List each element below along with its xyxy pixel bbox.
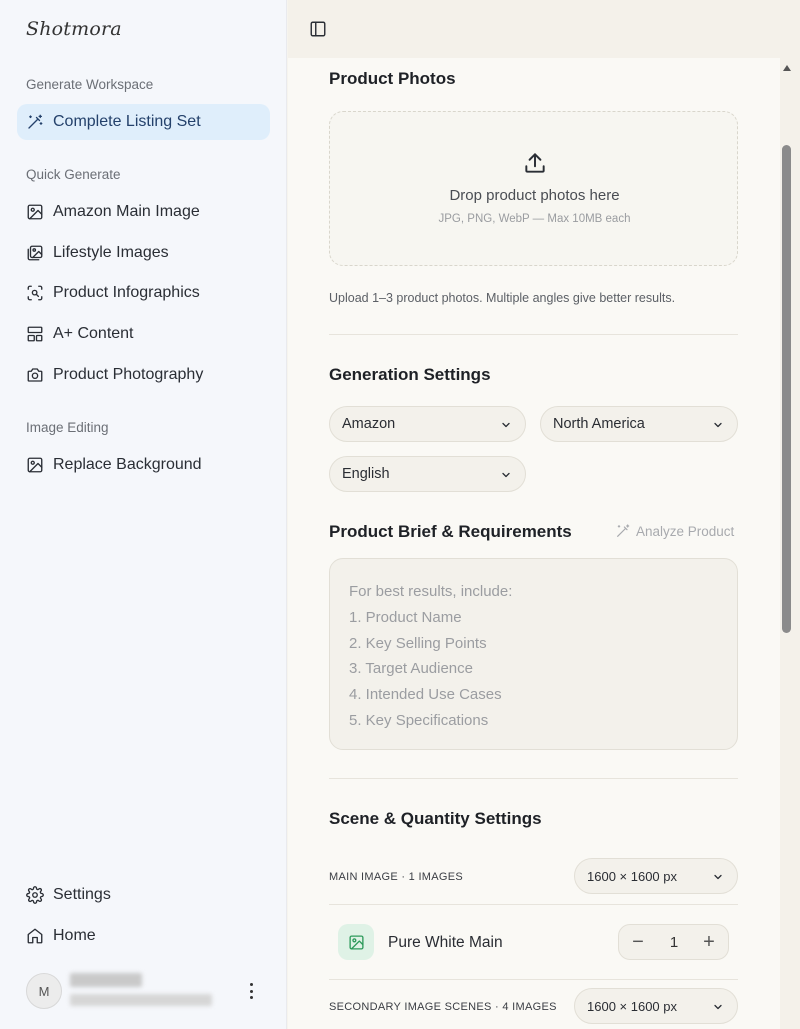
main-panel: Product Photos Drop product photos here … bbox=[288, 0, 800, 1029]
top-bar bbox=[288, 0, 800, 58]
sidebar-item-label: Amazon Main Image bbox=[53, 203, 200, 220]
sidebar-item-settings[interactable]: Settings bbox=[17, 877, 270, 913]
sidebar-item-home[interactable]: Home bbox=[17, 918, 270, 954]
chevron-down-icon bbox=[500, 419, 512, 431]
region-select[interactable]: North America bbox=[540, 406, 738, 442]
main-image-size-select[interactable]: 1600 × 1600 px bbox=[574, 858, 738, 894]
secondary-scenes-label: SECONDARY IMAGE SCENES · 4 IMAGES bbox=[329, 1001, 557, 1013]
avatar[interactable]: M bbox=[26, 973, 62, 1009]
sidebar-item-label: Home bbox=[53, 927, 96, 944]
layout-icon bbox=[26, 325, 44, 343]
analyze-product-label: Analyze Product bbox=[636, 523, 735, 539]
quantity-value[interactable]: 1 bbox=[664, 934, 684, 951]
region-select-value: North America bbox=[553, 416, 645, 432]
scrollbar-thumb[interactable] bbox=[782, 145, 791, 633]
images-icon bbox=[26, 244, 44, 262]
upload-helper-text: Upload 1–3 product photos. Multiple angl… bbox=[329, 291, 676, 305]
camera-icon bbox=[26, 366, 44, 384]
brief-placeholder-line: 3. Target Audience bbox=[349, 660, 473, 678]
brief-placeholder-line: 2. Key Selling Points bbox=[349, 634, 487, 652]
magic-wand-icon bbox=[615, 523, 631, 539]
scroll-up-arrow-icon[interactable] bbox=[783, 65, 791, 71]
sidebar-item-label: Replace Background bbox=[53, 456, 202, 473]
section-title-product-photos: Product Photos bbox=[329, 69, 456, 88]
image-icon bbox=[26, 456, 44, 474]
section-title-scene-quantity: Scene & Quantity Settings bbox=[329, 809, 542, 828]
gear-icon bbox=[26, 886, 44, 904]
image-icon bbox=[26, 203, 44, 221]
redacted-user-email bbox=[70, 994, 212, 1006]
sidebar-item-lifestyle-images[interactable]: Lifestyle Images bbox=[17, 235, 270, 271]
user-profile[interactable]: M bbox=[26, 973, 271, 1009]
sidebar-item-label: A+ Content bbox=[53, 325, 134, 342]
section-title-generation-settings: Generation Settings bbox=[329, 365, 491, 384]
more-options-icon[interactable] bbox=[244, 981, 258, 1001]
brand-logo[interactable]: Shotmora bbox=[26, 18, 122, 40]
sidebar-item-complete-listing-set[interactable]: Complete Listing Set bbox=[17, 104, 270, 140]
brief-placeholder-line: For best results, include: bbox=[349, 583, 513, 600]
product-brief-textarea[interactable]: For best results, include: 1. Product Na… bbox=[329, 558, 738, 750]
section-label-generate-workspace: Generate Workspace bbox=[26, 77, 154, 92]
sidebar: Shotmora Generate Workspace Complete Lis… bbox=[0, 0, 287, 1029]
photo-dropzone[interactable]: Drop product photos here JPG, PNG, WebP … bbox=[329, 111, 738, 266]
language-select[interactable]: English bbox=[329, 456, 526, 492]
brief-placeholder-line: 1. Product Name bbox=[349, 608, 462, 626]
secondary-size-value: 1600 × 1600 px bbox=[587, 998, 677, 1014]
section-label-quick-generate: Quick Generate bbox=[26, 167, 121, 182]
sidebar-item-amazon-main-image[interactable]: Amazon Main Image bbox=[17, 194, 270, 230]
chevron-down-icon bbox=[712, 419, 724, 431]
sidebar-item-label: Lifestyle Images bbox=[53, 244, 169, 261]
sidebar-item-product-photography[interactable]: Product Photography bbox=[17, 357, 270, 393]
scene-name: Pure White Main bbox=[388, 934, 503, 951]
sidebar-item-product-infographics[interactable]: Product Infographics bbox=[17, 275, 270, 311]
sidebar-item-label: Complete Listing Set bbox=[53, 113, 201, 130]
magic-wand-icon bbox=[26, 113, 44, 131]
secondary-size-select[interactable]: 1600 × 1600 px bbox=[574, 988, 738, 1024]
sidebar-item-a-plus-content[interactable]: A+ Content bbox=[17, 316, 270, 352]
chevron-down-icon bbox=[712, 871, 724, 883]
divider bbox=[329, 334, 738, 335]
language-select-value: English bbox=[342, 466, 390, 482]
platform-select[interactable]: Amazon bbox=[329, 406, 526, 442]
upload-icon bbox=[522, 150, 548, 176]
sidebar-item-label: Product Photography bbox=[53, 366, 204, 383]
sidebar-item-label: Product Infographics bbox=[53, 284, 200, 301]
main-image-size-value: 1600 × 1600 px bbox=[587, 868, 677, 884]
sidebar-toggle-icon[interactable] bbox=[309, 20, 327, 38]
brief-placeholder-line: 5. Key Specifications bbox=[349, 711, 489, 729]
section-title-product-brief: Product Brief & Requirements bbox=[329, 522, 572, 541]
chevron-down-icon bbox=[712, 1001, 724, 1013]
platform-select-value: Amazon bbox=[342, 416, 396, 432]
image-icon bbox=[338, 924, 374, 960]
increment-button[interactable]: + bbox=[699, 932, 719, 952]
quantity-stepper: − 1 + bbox=[618, 924, 729, 960]
sidebar-item-replace-background[interactable]: Replace Background bbox=[17, 447, 270, 483]
divider bbox=[329, 778, 738, 779]
analyze-product-button[interactable]: Analyze Product bbox=[615, 523, 734, 539]
scene-row-pure-white-main: Pure White Main − 1 + bbox=[329, 904, 738, 980]
brief-placeholder-line: 4. Intended Use Cases bbox=[349, 686, 502, 704]
section-label-image-editing: Image Editing bbox=[26, 420, 109, 435]
decrement-button[interactable]: − bbox=[628, 932, 648, 952]
main-image-label: MAIN IMAGE · 1 IMAGES bbox=[329, 871, 464, 883]
redacted-user-name bbox=[70, 973, 142, 987]
home-icon bbox=[26, 927, 44, 945]
dropzone-subtitle: JPG, PNG, WebP — Max 10MB each bbox=[438, 213, 631, 225]
sidebar-item-label: Settings bbox=[53, 886, 111, 903]
scan-icon bbox=[26, 284, 44, 302]
dropzone-title: Drop product photos here bbox=[449, 187, 620, 204]
chevron-down-icon bbox=[500, 469, 512, 481]
